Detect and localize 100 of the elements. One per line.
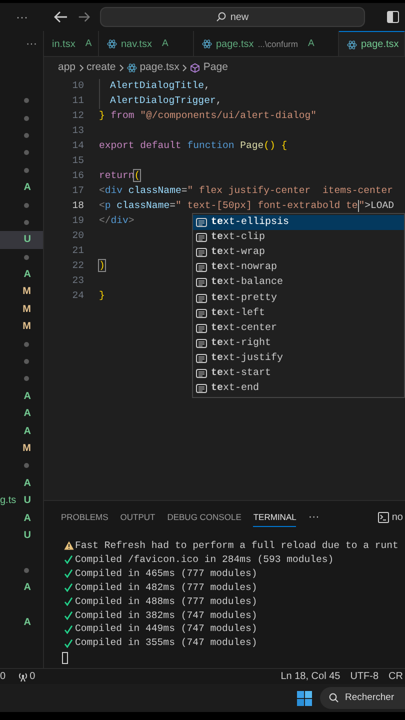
- git-status-letter: M: [22, 442, 31, 456]
- terminal-line: Compiled in 355ms (747 modules): [75, 636, 258, 650]
- suggestion-item[interactable]: text-wrap: [193, 245, 404, 260]
- editor-tab[interactable]: page.tsx: [339, 31, 405, 56]
- back-icon[interactable]: [54, 11, 68, 23]
- chevron-right-icon: [182, 64, 188, 72]
- git-status-letter: M: [22, 302, 31, 317]
- search-icon: [329, 693, 339, 703]
- terminal-line: Compiled in 382ms (747 modules): [75, 608, 258, 622]
- git-status-letter: U: [24, 233, 31, 248]
- line-number: 21: [71, 244, 84, 258]
- cursor-position[interactable]: Ln 18, Col 45: [280, 669, 340, 684]
- atom-icon: [126, 62, 137, 72]
- line-number: 16: [71, 169, 84, 184]
- git-status-letter: U: [24, 494, 31, 508]
- terminal-line: Compiled /favicon.ico in 284ms (593 modules): [75, 552, 334, 567]
- git-status-letter: A: [24, 424, 31, 439]
- code-line: ): [99, 259, 105, 274]
- code-line: AlertDialogTrigger,: [110, 94, 222, 108]
- git-status-letter: A: [24, 512, 31, 526]
- git-status-letter: M: [22, 320, 31, 334]
- panel-tab[interactable]: TERMINAL: [253, 506, 296, 528]
- terminal-line: Fast Refresh had to perform a full reload due to a runt: [75, 539, 398, 553]
- text-lines-icon: [196, 354, 207, 363]
- taskbar-search-field[interactable]: Rechercher: [320, 687, 405, 709]
- text-lines-icon: [196, 368, 207, 378]
- line-number: 11: [71, 94, 84, 108]
- breadcrumb-item[interactable]: app: [58, 60, 76, 76]
- text-lines-icon: [196, 308, 207, 318]
- windows-logo-icon[interactable]: [297, 690, 312, 706]
- suggestion-item[interactable]: text-right: [193, 336, 404, 351]
- more-actions-button[interactable]: ···: [308, 508, 320, 526]
- git-status-letter: A: [24, 181, 31, 196]
- text-lines-icon: [196, 278, 207, 288]
- suggestion-item[interactable]: text-start: [193, 366, 404, 382]
- search-field[interactable]: new: [100, 7, 365, 27]
- terminal-cursor: [62, 652, 68, 664]
- git-status-letter: A: [24, 616, 31, 630]
- git-status-letter: U: [24, 528, 31, 543]
- cube-icon: [190, 62, 200, 72]
- text-lines-icon: [196, 294, 207, 303]
- suggestion-item[interactable]: text-balance: [193, 275, 404, 290]
- breadcrumb-item[interactable]: Page: [203, 60, 228, 76]
- more-actions-button[interactable]: ···: [26, 36, 37, 52]
- line-ending[interactable]: CR: [388, 669, 405, 684]
- line-number: 13: [71, 124, 84, 138]
- suggestion-item[interactable]: text-pretty: [193, 290, 404, 306]
- atom-icon: [347, 40, 357, 50]
- suggestion-item[interactable]: text-clip: [193, 230, 404, 246]
- chevron-right-icon: [118, 64, 124, 72]
- breadcrumb-item[interactable]: create: [86, 60, 116, 76]
- line-number: 23: [71, 274, 84, 288]
- git-status-letter: M: [22, 285, 31, 300]
- text-lines-icon: [196, 384, 207, 394]
- code-line: export default function Page() {: [99, 139, 288, 154]
- panel-tab[interactable]: PROBLEMS: [61, 506, 108, 528]
- line-number: 18: [71, 199, 84, 214]
- encoding[interactable]: UTF-8: [350, 669, 379, 684]
- text-lines-icon: [196, 218, 207, 228]
- git-status-letter: A: [24, 476, 31, 491]
- more-actions-button[interactable]: ···: [0, 8, 44, 26]
- git-status-letter: A: [24, 581, 31, 596]
- suggestion-item[interactable]: text-left: [193, 306, 404, 321]
- breadcrumb-item[interactable]: page.tsx: [140, 60, 180, 76]
- suggestion-item[interactable]: text-ellipsis: [193, 215, 404, 230]
- code-line: }: [99, 289, 105, 304]
- chevron-right-icon: [78, 64, 84, 72]
- suggestion-item[interactable]: text-center: [193, 320, 404, 336]
- terminal-name[interactable]: no: [392, 510, 405, 524]
- error-count[interactable]: 0: [0, 669, 6, 684]
- git-status-letter: A: [24, 390, 31, 404]
- port-count[interactable]: 0: [30, 669, 36, 684]
- atom-icon: [202, 39, 212, 49]
- git-status-letter: A: [24, 268, 31, 282]
- file-name[interactable]: g.ts: [0, 493, 16, 508]
- text-lines-icon: [196, 263, 207, 272]
- code-line: <div className=" flex justify-center items-center: [99, 184, 393, 198]
- code-line: return(: [99, 169, 140, 184]
- warning-icon: [64, 541, 74, 550]
- text-lines-icon: [196, 338, 207, 348]
- code-line: AlertDialogTitle,: [110, 79, 210, 94]
- line-number: 22: [71, 259, 84, 274]
- line-number: 10: [71, 79, 84, 94]
- git-status-letter: A: [24, 407, 31, 422]
- antenna-icon: [18, 672, 28, 682]
- terminal-line: Compiled in 482ms (777 modules): [75, 580, 258, 595]
- line-number: 20: [71, 229, 84, 244]
- panel-tab[interactable]: DEBUG CONSOLE: [167, 506, 242, 528]
- code-line: <p className=" text-[50px] font-extrabold te">LOAD: [99, 199, 394, 214]
- suggestion-item[interactable]: text-end: [193, 381, 404, 396]
- panel-layout-icon[interactable]: [387, 11, 399, 23]
- text-lines-icon: [196, 324, 207, 333]
- suggestion-item[interactable]: text-nowrap: [193, 260, 404, 276]
- suggestion-item[interactable]: text-justify: [193, 350, 404, 366]
- line-number: 17: [71, 184, 84, 198]
- terminal-icon: [378, 512, 389, 522]
- forward-icon[interactable]: [78, 11, 90, 23]
- terminal-line: Compiled in 465ms (777 modules): [75, 566, 258, 581]
- panel-tab[interactable]: OUTPUT: [120, 506, 156, 528]
- terminal-line: Compiled in 449ms (747 modules): [75, 622, 258, 636]
